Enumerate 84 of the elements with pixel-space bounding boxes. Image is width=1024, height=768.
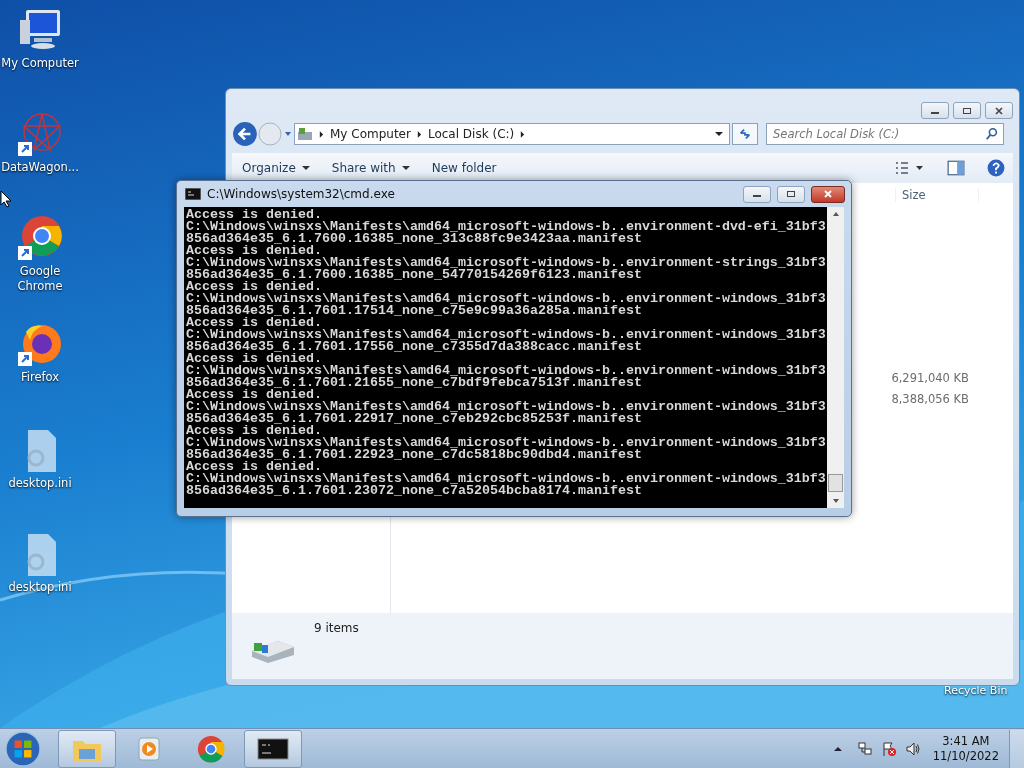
console-line: C:\Windows\winsxs\Manifests\amd64_microsoft-windows-b..environment-windows_31bf3 <box>186 293 827 305</box>
console-line: Access is denied. <box>186 245 322 257</box>
console-line: 856ad364e35_6.1.7601.17514_none_c75e9c99a36a285a.manifest <box>186 305 642 317</box>
start-button[interactable] <box>4 729 42 768</box>
scroll-thumb[interactable] <box>828 474 843 492</box>
console-line: Access is denied. <box>186 461 322 473</box>
console-icon <box>185 188 201 200</box>
clock[interactable]: 3:41 AM 11/10/2022 <box>932 733 999 764</box>
toolbar-button[interactable]: Share with <box>331 161 410 175</box>
desktop-icon-label[interactable]: Google Chrome <box>1 264 79 294</box>
console-line: 856ad364e35_6.1.7600.16385_none_54770154269f6123.manifest <box>186 269 642 281</box>
star-pattern-icon[interactable] <box>16 110 64 158</box>
console-line: C:\Windows\winsxs\Manifests\amd64_microsoft-windows-b..environment-windows_31bf3 <box>186 365 827 377</box>
refresh-button[interactable] <box>732 123 758 145</box>
network-icon[interactable] <box>856 740 873 757</box>
console-line: C:\Windows\winsxs\Manifests\amd64_microsoft-windows-b..environment-dvd-efi_31bf3 <box>186 221 827 233</box>
console-line: Access is denied. <box>186 281 322 293</box>
clock-time: 3:41 AM <box>942 733 990 749</box>
scrollbar[interactable] <box>827 207 844 508</box>
clock-date: 11/10/2022 <box>932 748 999 764</box>
toolbar-button[interactable]: Organize <box>242 161 310 175</box>
item-count: 9 items <box>314 621 359 635</box>
drive-icon <box>297 126 313 142</box>
console-line: 856ad364e35_6.1.7601.21655_none_c7bdf9febca7513f.manifest <box>186 377 642 389</box>
column-header[interactable]: Size <box>895 188 979 202</box>
close-button[interactable] <box>811 185 845 203</box>
chevron-icon[interactable] <box>416 130 422 138</box>
maximize-button[interactable] <box>953 102 981 119</box>
taskbar-button[interactable] <box>244 729 302 768</box>
console-line: Access is denied. <box>186 353 322 365</box>
close-icon <box>994 106 1004 115</box>
console-line: C:\Windows\winsxs\Manifests\amd64_microsoft-windows-b..environment-windows_31bf3 <box>186 401 827 413</box>
close-icon <box>823 190 833 198</box>
console-line: 856ad364e35_6.1.7601.23072_none_c7a52054bcba8174.manifest <box>186 485 642 497</box>
caret-icon <box>401 164 410 172</box>
console-line: Access is denied. <box>186 425 322 437</box>
console-line: 856ad364e35_6.1.7600.16385_none_313c88fc9e3423aa.manifest <box>186 233 642 245</box>
maximize-button[interactable] <box>777 185 805 203</box>
console-line: Access is denied. <box>186 317 322 329</box>
refresh-icon <box>738 127 752 141</box>
scroll-up-icon[interactable] <box>831 211 840 217</box>
address-bar[interactable]: My Computer Local Disk (C:) <box>294 123 730 145</box>
preview-pane-icon[interactable] <box>947 159 965 177</box>
minimize-button[interactable] <box>921 102 949 119</box>
back-icon[interactable] <box>232 121 258 147</box>
file-size: 6,291,040 KB <box>891 370 969 386</box>
window-title: C:\Windows\system32\cmd.exe <box>207 187 395 201</box>
speaker-icon[interactable] <box>904 740 921 757</box>
chevron-icon[interactable] <box>319 130 324 138</box>
desktop-icon-label[interactable]: desktop.ini <box>1 476 79 491</box>
search-field[interactable]: Search Local Disk (C:) <box>766 123 1004 145</box>
chevron-icon[interactable] <box>520 130 526 138</box>
chrome-icon <box>195 734 227 763</box>
console-line: C:\Windows\winsxs\Manifests\amd64_microsoft-windows-b..environment-windows_31bf3 <box>186 329 827 341</box>
file-size: 8,388,056 KB <box>891 391 969 407</box>
flag-warning-icon[interactable] <box>880 740 897 757</box>
view-options-icon[interactable] <box>893 160 925 176</box>
dropdown-caret-icon[interactable] <box>715 130 723 138</box>
toolbar-button[interactable]: New folder <box>431 161 497 175</box>
maximize-icon <box>786 190 796 198</box>
close-button[interactable] <box>985 102 1013 119</box>
show-hidden-icons-icon[interactable] <box>832 744 843 753</box>
console-line: 856ad364e35_6.1.7601.17556_none_c7355d7da388cacc.manifest <box>186 341 642 353</box>
caret-icon <box>301 164 310 172</box>
breadcrumb[interactable]: Local Disk (C:) <box>427 127 515 141</box>
chrome-icon[interactable] <box>16 214 64 262</box>
desktop-icon-label[interactable]: My Computer <box>1 56 79 71</box>
help-icon[interactable] <box>987 159 1005 177</box>
breadcrumb[interactable]: My Computer <box>330 127 411 141</box>
console-line: C:\Windows\winsxs\Manifests\amd64_microsoft-windows-b..environment-strings_31bf3 <box>186 257 827 269</box>
scroll-down-icon[interactable] <box>831 498 840 504</box>
maximize-icon <box>962 106 972 115</box>
minimize-button[interactable] <box>743 185 771 203</box>
console-line: C:\Windows\winsxs\Manifests\amd64_microsoft-windows-b..environment-windows_31bf3 <box>186 437 827 449</box>
search-icon <box>985 127 999 141</box>
desktop-icon-label[interactable]: desktop.ini <box>1 580 79 595</box>
console-line: C:\Windows\winsxs\Manifests\amd64_microsoft-windows-b..environment-windows_31bf3 <box>186 473 827 485</box>
console-line: Access is denied. <box>186 209 322 221</box>
desktop-icon-label[interactable]: Firefox <box>1 370 79 385</box>
mouse-pointer-icon <box>0 190 12 208</box>
console-line: Access is denied. <box>186 389 322 401</box>
desktop-icon-label[interactable]: DataWagon... <box>1 160 79 175</box>
console-line: 856ad364e35_6.1.7601.22923_none_c7dc5818bc90dbd4.manifest <box>186 449 642 461</box>
console-line: 856ad364e35_6.1.7601.22917_none_c7eb292cbc85253f.manifest <box>186 413 642 425</box>
